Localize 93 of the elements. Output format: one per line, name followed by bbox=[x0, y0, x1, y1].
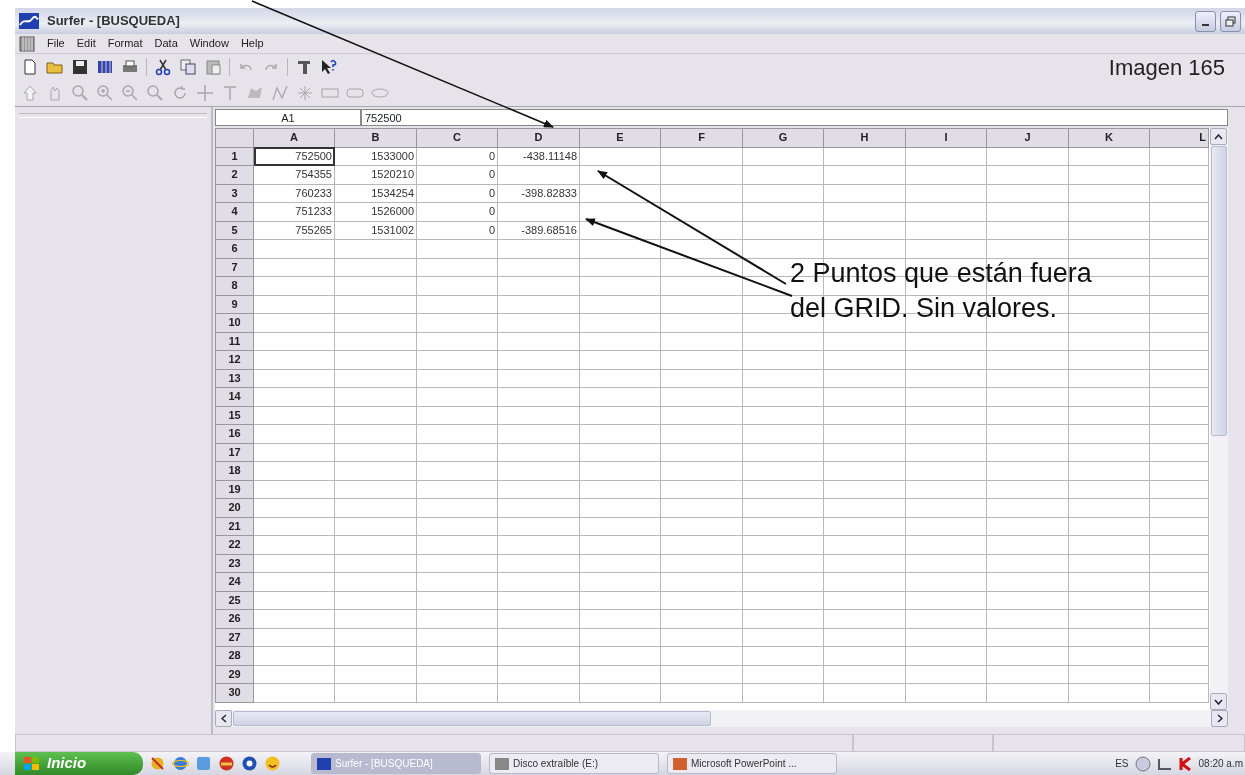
arrow-up-icon[interactable] bbox=[21, 84, 39, 102]
table-cell: -398.82833 bbox=[497, 184, 580, 203]
table-cell: 751233 bbox=[253, 202, 335, 221]
worksheet-icon[interactable] bbox=[96, 58, 114, 76]
symbol-icon[interactable] bbox=[296, 84, 314, 102]
copy-icon[interactable] bbox=[179, 58, 197, 76]
restore-button[interactable] bbox=[1220, 10, 1241, 32]
taskbar-button[interactable]: Disco extraíble (E:) bbox=[489, 753, 659, 774]
table-cell: 0 bbox=[416, 202, 498, 221]
annotation-text: del GRID. Sin valores. bbox=[790, 292, 1059, 325]
help-pointer-icon[interactable] bbox=[320, 58, 338, 76]
zoom-out-icon[interactable] bbox=[121, 84, 139, 102]
window-title: Surfer - [BUSQUEDA] bbox=[47, 12, 180, 31]
menu-item[interactable]: Help bbox=[240, 35, 264, 52]
cell-value-field[interactable]: 752500 bbox=[361, 109, 1228, 126]
clock: 08:20 a.m bbox=[1198, 757, 1243, 771]
table-cell: 0 bbox=[416, 147, 498, 166]
window-icon bbox=[495, 757, 509, 770]
image-caption: Imagen 165 bbox=[1108, 53, 1225, 82]
scroll-up-button[interactable] bbox=[1210, 128, 1227, 145]
column-header[interactable]: E bbox=[579, 128, 661, 147]
table-cell: 0 bbox=[416, 165, 498, 184]
flag-icon bbox=[23, 755, 41, 772]
menu-item[interactable]: Window bbox=[189, 35, 229, 52]
column-header[interactable]: C bbox=[416, 128, 498, 147]
annotation-text: 2 Puntos que están fuera bbox=[790, 257, 1092, 290]
cut-icon[interactable] bbox=[154, 58, 172, 76]
quick-launch-icon[interactable] bbox=[149, 755, 166, 772]
toolbar-toggle-icon[interactable] bbox=[295, 58, 313, 76]
column-header[interactable]: L bbox=[1149, 128, 1209, 147]
chevron-down-icon bbox=[1214, 698, 1223, 705]
menu-item[interactable]: Data bbox=[154, 35, 178, 52]
table-cell: 1533000 bbox=[334, 147, 417, 166]
quick-launch-icon[interactable] bbox=[218, 755, 235, 772]
chevron-right-icon bbox=[1216, 714, 1223, 723]
restore-icon bbox=[1225, 15, 1236, 27]
scroll-right-button[interactable] bbox=[1211, 710, 1228, 727]
new-document-icon[interactable] bbox=[21, 58, 39, 76]
smiley-icon[interactable] bbox=[264, 755, 281, 772]
app-icon bbox=[19, 13, 39, 29]
table-cell: 1526000 bbox=[334, 202, 417, 221]
column-header[interactable]: J bbox=[986, 128, 1069, 147]
language-indicator[interactable]: ES bbox=[1115, 756, 1129, 771]
chevron-up-icon bbox=[1214, 133, 1223, 140]
paste-icon[interactable] bbox=[204, 58, 222, 76]
tray-icon[interactable] bbox=[1134, 755, 1151, 772]
table-cell: 755265 bbox=[253, 221, 335, 240]
chevron-left-icon bbox=[220, 714, 227, 723]
polyline-icon[interactable] bbox=[271, 84, 289, 102]
table-cell: 1520210 bbox=[334, 165, 417, 184]
rotate-icon[interactable] bbox=[171, 84, 189, 102]
zoom-icon[interactable] bbox=[146, 84, 164, 102]
table-cell: -438.11148 bbox=[497, 147, 580, 166]
table-cell: 0 bbox=[416, 221, 498, 240]
vertical-scrollbar[interactable] bbox=[1210, 128, 1228, 710]
minimize-button[interactable] bbox=[1195, 10, 1216, 32]
text-tool-icon[interactable] bbox=[221, 84, 239, 102]
window-icon bbox=[673, 757, 687, 770]
scrollbar-thumb[interactable] bbox=[1211, 146, 1227, 436]
table-cell: 1531002 bbox=[334, 221, 417, 240]
scroll-left-button[interactable] bbox=[215, 710, 232, 727]
scroll-down-button[interactable] bbox=[1210, 693, 1227, 710]
column-header[interactable]: K bbox=[1068, 128, 1150, 147]
menu-item[interactable]: File bbox=[47, 35, 65, 52]
scrollbar-thumb[interactable] bbox=[233, 711, 711, 726]
column-header[interactable]: A bbox=[253, 128, 335, 147]
column-header[interactable]: F bbox=[660, 128, 743, 147]
column-header[interactable]: H bbox=[823, 128, 906, 147]
table-cell: 752500 bbox=[253, 147, 335, 166]
column-header[interactable]: B bbox=[334, 128, 417, 147]
horizontal-scrollbar[interactable] bbox=[215, 710, 1228, 727]
column-header[interactable]: G bbox=[742, 128, 824, 147]
worksheet-icon bbox=[19, 35, 35, 52]
column-header[interactable]: D bbox=[497, 128, 580, 147]
window-icon bbox=[317, 757, 331, 770]
minimize-icon bbox=[1202, 23, 1209, 26]
table-cell: 760233 bbox=[253, 184, 335, 203]
zoom-icon[interactable] bbox=[71, 84, 89, 102]
save-icon[interactable] bbox=[71, 58, 89, 76]
cell-reference-field[interactable]: A1 bbox=[215, 109, 361, 126]
menu-item[interactable]: Format bbox=[107, 35, 143, 52]
tray-icon[interactable] bbox=[1178, 756, 1193, 771]
table-cell: 1534254 bbox=[334, 184, 417, 203]
browser-icon[interactable] bbox=[172, 755, 189, 772]
menu-item[interactable]: Edit bbox=[76, 35, 96, 52]
table-cell: 754355 bbox=[253, 165, 335, 184]
table-cell: -389.68516 bbox=[497, 221, 580, 240]
column-header[interactable]: I bbox=[905, 128, 987, 147]
taskbar-button[interactable]: Microsoft PowerPoint ... bbox=[667, 753, 837, 774]
move-icon[interactable] bbox=[196, 84, 214, 102]
zoom-in-icon[interactable] bbox=[96, 84, 114, 102]
quick-launch-icon[interactable] bbox=[241, 755, 258, 772]
table-cell: 0 bbox=[416, 184, 498, 203]
